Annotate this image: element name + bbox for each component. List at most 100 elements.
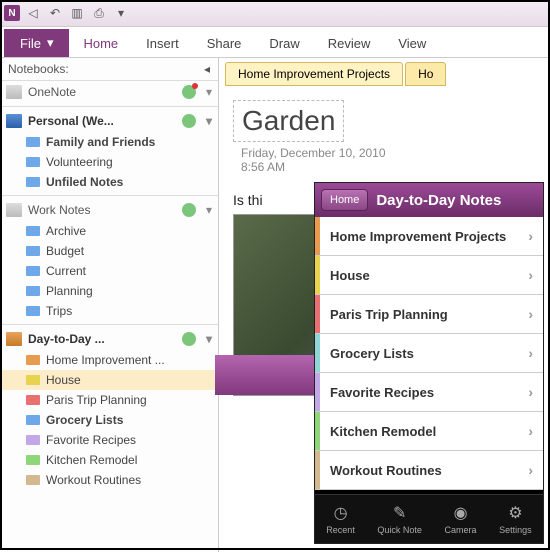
sync-status-icon[interactable] bbox=[182, 114, 196, 128]
mobile-list-item[interactable]: Paris Trip Planning› bbox=[315, 295, 543, 334]
section-item[interactable]: Current bbox=[0, 261, 218, 281]
color-stripe bbox=[315, 451, 320, 489]
tab-draw[interactable]: Draw bbox=[255, 30, 313, 57]
notebook-icon bbox=[6, 85, 22, 99]
chevron-right-icon: › bbox=[528, 462, 533, 478]
mobile-home-button[interactable]: Home bbox=[321, 189, 368, 211]
chevron-right-icon: › bbox=[528, 423, 533, 439]
section-item[interactable]: Kitchen Remodel bbox=[0, 450, 218, 470]
notebook-work[interactable]: Work Notes ▾ bbox=[0, 199, 218, 221]
qat-dock-icon[interactable]: ▥ bbox=[68, 4, 86, 22]
color-stripe bbox=[315, 373, 320, 411]
color-stripe bbox=[315, 412, 320, 450]
folder-icon bbox=[26, 177, 40, 187]
section-tab[interactable]: Home Improvement Projects bbox=[225, 62, 403, 86]
notebook-daytoday[interactable]: Day-to-Day ... ▾ bbox=[0, 328, 218, 350]
chevron-right-icon: › bbox=[528, 384, 533, 400]
chevron-right-icon: › bbox=[528, 345, 533, 361]
color-stripe bbox=[315, 256, 320, 294]
folder-icon bbox=[26, 435, 40, 445]
notebook-personal[interactable]: Personal (We... ▾ bbox=[0, 110, 218, 132]
chevron-right-icon: › bbox=[528, 306, 533, 322]
chevron-down-icon[interactable]: ▾ bbox=[206, 114, 212, 128]
section-item[interactable]: Archive bbox=[0, 221, 218, 241]
qat-back-icon[interactable]: ◁ bbox=[24, 4, 42, 22]
mobile-section-list: Home Improvement Projects›House›Paris Tr… bbox=[315, 217, 543, 490]
section-item[interactable]: Unfiled Notes bbox=[0, 172, 218, 192]
arrow-graphic bbox=[215, 355, 315, 395]
toolbar-recent[interactable]: ◷Recent bbox=[326, 503, 355, 535]
mobile-title: Day-to-Day Notes bbox=[376, 192, 501, 209]
section-item[interactable]: Workout Routines bbox=[0, 470, 218, 490]
title-bar: N ◁ ↶ ▥ ⎙ ▾ bbox=[0, 0, 550, 27]
qat-more-icon[interactable]: ▾ bbox=[112, 4, 130, 22]
notebook-onenote[interactable]: OneNote ▾ bbox=[0, 81, 218, 103]
folder-icon bbox=[26, 157, 40, 167]
notebooks-sidebar: Notebooks: ◂ OneNote ▾ Personal (We... ▾… bbox=[0, 58, 219, 552]
color-stripe bbox=[315, 295, 320, 333]
tab-home[interactable]: Home bbox=[69, 30, 132, 57]
chevron-down-icon: ▾ bbox=[47, 35, 54, 51]
toolbar-camera[interactable]: ◉Camera bbox=[445, 503, 477, 535]
tab-insert[interactable]: Insert bbox=[132, 30, 193, 57]
app-icon: N bbox=[4, 5, 20, 21]
color-stripe bbox=[315, 217, 320, 255]
section-item[interactable]: Budget bbox=[0, 241, 218, 261]
mobile-toolbar: ◷Recent ✎Quick Note ◉Camera ⚙Settings bbox=[315, 494, 543, 543]
ribbon: File▾ Home Insert Share Draw Review View bbox=[0, 27, 550, 58]
sync-status-icon[interactable] bbox=[182, 332, 196, 346]
notebook-icon bbox=[6, 203, 22, 217]
page-title[interactable]: Garden bbox=[233, 100, 344, 142]
folder-icon bbox=[26, 455, 40, 465]
camera-icon: ◉ bbox=[451, 503, 471, 523]
color-stripe bbox=[315, 334, 320, 372]
folder-icon bbox=[26, 355, 40, 365]
settings-icon: ⚙ bbox=[505, 503, 525, 523]
chevron-right-icon: › bbox=[528, 228, 533, 244]
toolbar-quick-note[interactable]: ✎Quick Note bbox=[377, 503, 422, 535]
collapse-icon[interactable]: ◂ bbox=[204, 62, 210, 76]
qat-print-icon[interactable]: ⎙ bbox=[90, 4, 108, 22]
quick note-icon: ✎ bbox=[390, 503, 410, 523]
mobile-navbar: Home Day-to-Day Notes bbox=[315, 183, 543, 217]
toolbar-settings[interactable]: ⚙Settings bbox=[499, 503, 532, 535]
folder-icon bbox=[26, 475, 40, 485]
recent-icon: ◷ bbox=[331, 503, 351, 523]
folder-icon bbox=[26, 306, 40, 316]
mobile-list-item[interactable]: Home Improvement Projects› bbox=[315, 217, 543, 256]
section-item[interactable]: Home Improvement ... bbox=[0, 350, 218, 370]
sync-status-icon[interactable] bbox=[182, 203, 196, 217]
mobile-list-item[interactable]: Workout Routines› bbox=[315, 451, 543, 490]
file-tab[interactable]: File▾ bbox=[4, 29, 69, 57]
sync-status-icon[interactable] bbox=[182, 85, 196, 99]
qat-undo-icon[interactable]: ↶ bbox=[46, 4, 64, 22]
mobile-device: Home Day-to-Day Notes Home Improvement P… bbox=[314, 182, 544, 544]
folder-icon bbox=[26, 286, 40, 296]
sidebar-header: Notebooks: ◂ bbox=[0, 58, 218, 81]
section-item[interactable]: Family and Friends bbox=[0, 132, 218, 152]
tab-view[interactable]: View bbox=[384, 30, 440, 57]
section-item[interactable]: Grocery Lists bbox=[0, 410, 218, 430]
chevron-down-icon[interactable]: ▾ bbox=[206, 85, 212, 99]
mobile-list-item[interactable]: House› bbox=[315, 256, 543, 295]
chevron-down-icon[interactable]: ▾ bbox=[206, 332, 212, 346]
section-item[interactable]: Trips bbox=[0, 301, 218, 321]
folder-icon bbox=[26, 395, 40, 405]
folder-icon bbox=[26, 137, 40, 147]
tab-review[interactable]: Review bbox=[314, 30, 385, 57]
section-item[interactable]: Volunteering bbox=[0, 152, 218, 172]
section-item[interactable]: Paris Trip Planning bbox=[0, 390, 218, 410]
tab-share[interactable]: Share bbox=[193, 30, 256, 57]
section-tab[interactable]: Ho bbox=[405, 62, 446, 86]
folder-icon bbox=[26, 246, 40, 256]
mobile-list-item[interactable]: Favorite Recipes› bbox=[315, 373, 543, 412]
chevron-right-icon: › bbox=[528, 267, 533, 283]
section-item[interactable]: Planning bbox=[0, 281, 218, 301]
chevron-down-icon[interactable]: ▾ bbox=[206, 203, 212, 217]
section-item[interactable]: Favorite Recipes bbox=[0, 430, 218, 450]
section-item[interactable]: House bbox=[0, 370, 218, 390]
mobile-list-item[interactable]: Grocery Lists› bbox=[315, 334, 543, 373]
mobile-list-item[interactable]: Kitchen Remodel› bbox=[315, 412, 543, 451]
section-tabs: Home Improvement Projects Ho bbox=[219, 58, 550, 86]
notebook-icon bbox=[6, 332, 22, 346]
